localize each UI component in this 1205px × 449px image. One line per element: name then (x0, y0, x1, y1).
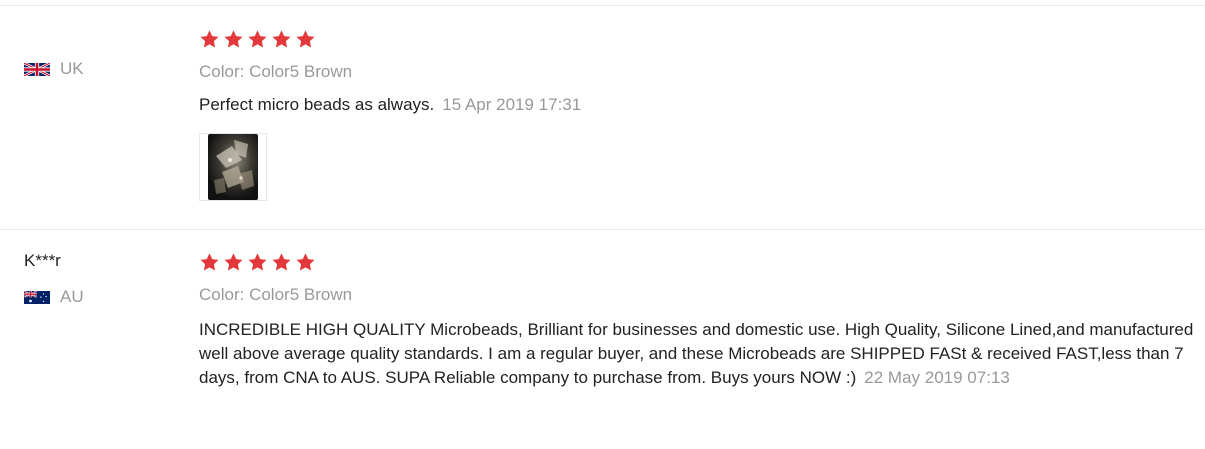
uk-flag-icon (24, 62, 50, 76)
star-icon (248, 30, 267, 48)
star-icon (296, 253, 315, 271)
country-code: AU (60, 287, 84, 306)
star-icon (272, 253, 291, 271)
star-icon (200, 253, 219, 271)
photo-thumbnail[interactable] (199, 133, 267, 201)
country-code: UK (60, 59, 84, 78)
buyer-country: AU (24, 286, 184, 308)
star-rating (199, 29, 1205, 53)
star-icon (224, 253, 243, 271)
feedback-body: INCREDIBLE HIGH QUALITY Microbeads, Bril… (199, 320, 1194, 387)
sku-info: Color: Color5 Brown (199, 62, 353, 81)
review-item: UK Color: Color5 Brown Perfect micro bea… (0, 5, 1205, 230)
buyer-info: UK (24, 58, 184, 80)
photo-list (199, 133, 1205, 201)
sku-info: Color: Color5 Brown (199, 285, 353, 304)
buyer-name: K***r (24, 251, 61, 270)
star-icon (200, 30, 219, 48)
star-icon (272, 30, 291, 48)
review-date: 22 May 2019 07:13 (864, 368, 1010, 387)
star-icon (296, 30, 315, 48)
star-icon (224, 30, 243, 48)
buyer-country: UK (24, 58, 184, 80)
au-flag-icon (24, 290, 50, 304)
star-rating (199, 252, 1205, 276)
review-content: Color: Color5 Brown Perfect micro beads … (199, 29, 1205, 201)
review-date: 15 Apr 2019 17:31 (442, 95, 582, 114)
beads-photo (208, 134, 258, 200)
feedback-text: INCREDIBLE HIGH QUALITY Microbeads, Bril… (199, 318, 1205, 390)
star-icon (248, 253, 267, 271)
buyer-info: K***r AU (24, 250, 184, 308)
review-item: K***r AU Color: Color5 Brown INCREDIBLE … (0, 229, 1205, 449)
review-content: Color: Color5 Brown INCREDIBLE HIGH QUAL… (199, 252, 1205, 390)
feedback-body: Perfect micro beads as always. (199, 95, 435, 114)
feedback-text: Perfect micro beads as always. 15 Apr 201… (199, 93, 1205, 117)
